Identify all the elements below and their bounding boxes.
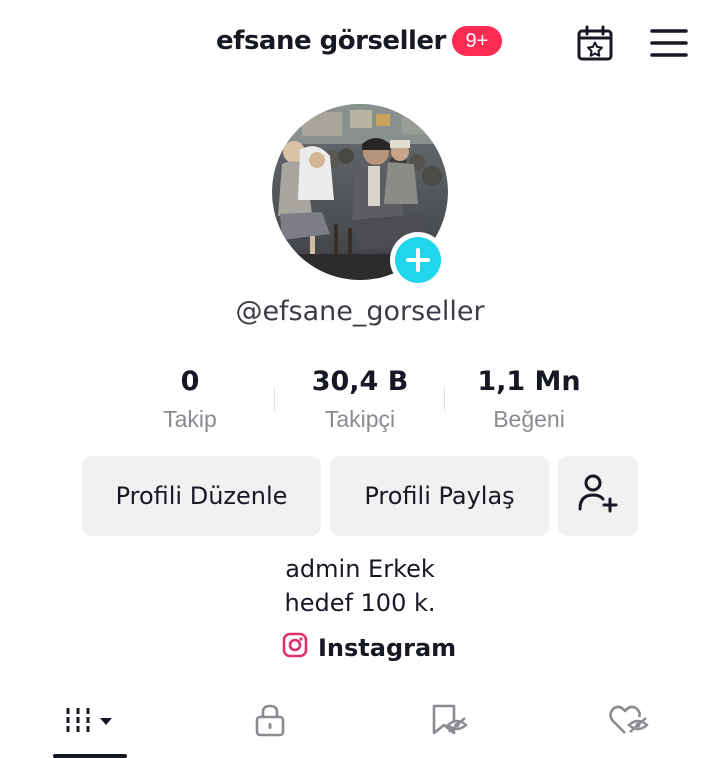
- bio-line-2: hedef 100 k.: [284, 589, 436, 617]
- instagram-link-label: Instagram: [318, 633, 457, 662]
- stat-likes[interactable]: 1,1 Mn Beğeni: [444, 364, 614, 433]
- lock-icon: [254, 703, 286, 742]
- active-tab-indicator: [53, 754, 127, 758]
- tab-private[interactable]: [180, 686, 360, 758]
- stat-value: 0: [180, 366, 200, 397]
- share-profile-button[interactable]: Profili Paylaş: [330, 456, 549, 536]
- stat-label: Takipçi: [324, 406, 396, 432]
- notification-badge: 9+: [451, 26, 502, 56]
- stat-followers[interactable]: 30,4 B Takipçi: [275, 364, 445, 433]
- instagram-link[interactable]: Instagram: [282, 632, 456, 663]
- profile-username: @efsane_gorseller: [235, 296, 485, 327]
- add-plus-icon: [395, 237, 441, 283]
- bookmark-hidden-icon: [430, 703, 470, 742]
- stat-label: Takip: [163, 406, 217, 432]
- instagram-icon: [282, 632, 308, 663]
- profile-header: efsane görseller 9+: [0, 0, 720, 88]
- tab-saved[interactable]: [360, 686, 540, 758]
- account-title[interactable]: efsane görseller: [216, 26, 446, 56]
- bio-line-1: admin Erkek: [285, 555, 435, 583]
- stat-following[interactable]: 0 Takip: [105, 364, 275, 433]
- stat-value: 30,4 B: [311, 366, 409, 397]
- add-user-icon: [576, 471, 620, 521]
- stat-value: 1,1 Mn: [477, 366, 581, 397]
- edit-profile-button[interactable]: Profili Düzenle: [82, 456, 321, 536]
- profile-stats: 0 Takip 30,4 B Takipçi 1,1 Mn Beğeni: [0, 364, 720, 436]
- hamburger-menu-icon[interactable]: [650, 28, 688, 58]
- tab-videos[interactable]: [0, 686, 180, 758]
- profile-tabs: [0, 686, 720, 758]
- heart-hidden-icon: [609, 703, 651, 742]
- account-switcher[interactable]: efsane görseller 9+: [216, 26, 502, 56]
- tab-liked[interactable]: [540, 686, 720, 758]
- add-avatar-button[interactable]: [390, 232, 446, 288]
- add-friend-button[interactable]: [558, 456, 638, 536]
- stat-label: Beğeni: [493, 406, 565, 432]
- grid-videos-icon: [60, 705, 120, 740]
- calendar-star-icon[interactable]: [576, 24, 614, 62]
